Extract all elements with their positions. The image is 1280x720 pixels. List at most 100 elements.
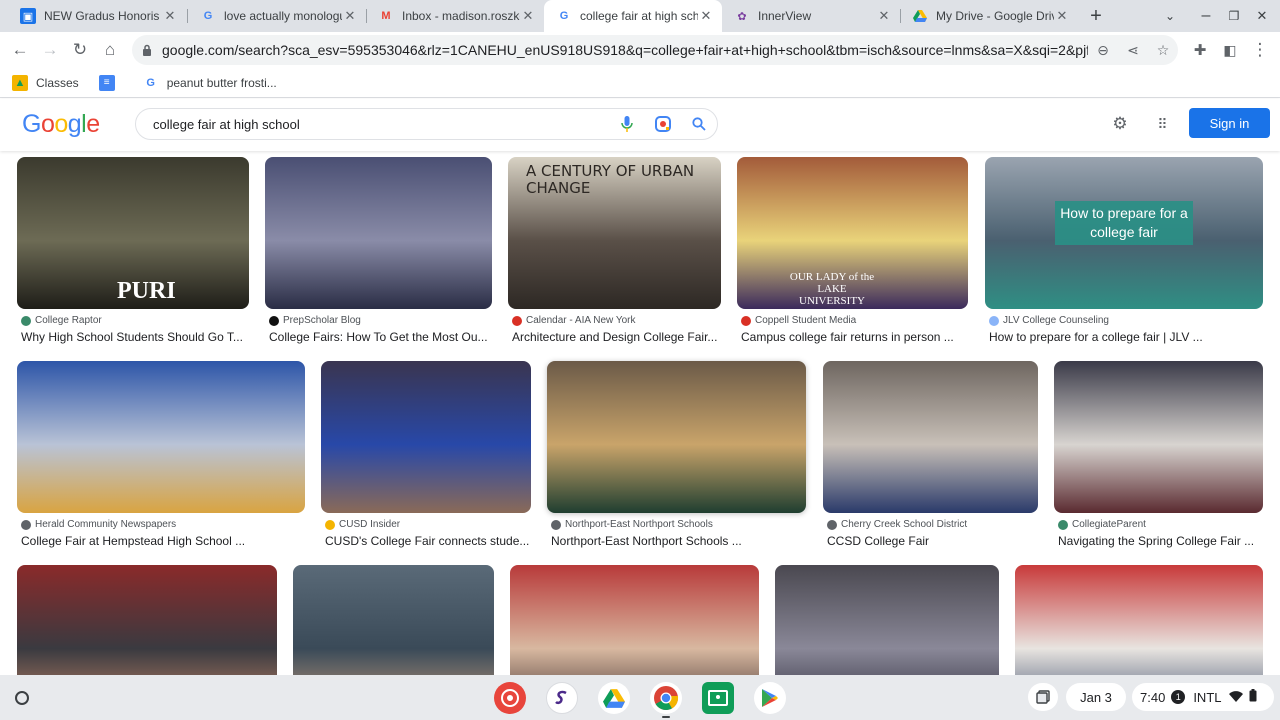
result-image[interactable] (1054, 361, 1263, 513)
result-caption[interactable]: College Fairs: How To Get the Most Ou... (269, 330, 492, 344)
sign-in-button[interactable]: Sign in (1189, 108, 1270, 138)
tab-love-actually[interactable]: G love actually monologu ✕ (188, 0, 366, 32)
image-result[interactable]: CollegiateParent Navigating the Spring C… (1054, 361, 1263, 551)
classroom-icon[interactable] (702, 682, 734, 714)
close-icon[interactable]: ✕ (520, 8, 536, 24)
bookmark-peanut-butter[interactable]: G peanut butter frosti... (143, 75, 276, 91)
search-icon[interactable] (681, 117, 717, 131)
reload-icon[interactable]: ↻ (66, 36, 94, 64)
screencastify-icon[interactable] (546, 682, 578, 714)
restore-icon[interactable]: ❐ (1220, 0, 1248, 32)
result-source[interactable]: Coppell Student Media (741, 315, 856, 326)
back-icon[interactable]: ← (6, 36, 34, 64)
tab-gmail-inbox[interactable]: M Inbox - madison.roszko ✕ (366, 0, 544, 32)
image-result[interactable] (1015, 565, 1263, 675)
zoom-icon[interactable]: ⊖ (1088, 42, 1118, 59)
result-source[interactable]: CUSD Insider (325, 519, 400, 530)
result-caption[interactable]: Campus college fair returns in person ..… (741, 330, 968, 344)
result-caption[interactable]: How to prepare for a college fair | JLV … (989, 330, 1263, 344)
bookmark-docs[interactable]: ≡ (98, 74, 123, 91)
lock-icon[interactable] (132, 44, 162, 56)
result-image[interactable] (17, 361, 305, 513)
image-result[interactable]: CUSD Insider CUSD's College Fair connect… (321, 361, 531, 551)
lens-icon[interactable] (645, 116, 681, 132)
google-logo[interactable]: Google (22, 110, 100, 139)
close-icon[interactable]: ✕ (162, 8, 178, 24)
image-result[interactable]: Herald Community Newspapers College Fair… (17, 361, 305, 551)
search-box[interactable] (135, 108, 718, 140)
result-source[interactable]: PrepScholar Blog (269, 315, 361, 326)
result-caption[interactable]: Why High School Students Should Go T... (21, 330, 249, 344)
tab-search-icon[interactable]: ⌄ (1156, 0, 1184, 32)
result-source[interactable]: JLV College Counseling (989, 315, 1109, 326)
tab-google-drive[interactable]: My Drive - Google Drive ✕ (900, 0, 1078, 32)
apps-grid-icon[interactable]: ⠿ (1150, 112, 1174, 136)
source-name: College Raptor (35, 315, 102, 326)
drive-icon[interactable] (598, 682, 630, 714)
image-result[interactable]: Cherry Creek School District CCSD Colleg… (823, 361, 1038, 551)
bookmark-classes[interactable]: ▲ Classes (12, 74, 79, 91)
canvas-icon[interactable] (494, 682, 526, 714)
result-image[interactable] (510, 565, 759, 675)
settings-gear-icon[interactable]: ⚙ (1108, 112, 1132, 136)
os-shelf: Jan 3 7:40 1 INTL (0, 675, 1280, 720)
result-image[interactable] (775, 565, 999, 675)
result-image[interactable] (547, 361, 806, 513)
address-bar[interactable]: google.com/search?sca_esv=595353046&rlz=… (132, 35, 1178, 65)
image-result[interactable]: How to prepare for a college fair JLV Co… (985, 157, 1263, 347)
launcher-icon[interactable] (8, 684, 36, 712)
chrome-icon[interactable] (650, 682, 682, 714)
result-source[interactable]: Cherry Creek School District (827, 519, 967, 530)
close-icon[interactable]: ✕ (876, 8, 892, 24)
result-source[interactable]: Herald Community Newspapers (21, 519, 176, 530)
image-result[interactable]: PrepScholar Blog College Fairs: How To G… (265, 157, 492, 347)
image-result[interactable] (293, 565, 494, 675)
forward-icon[interactable]: → (36, 36, 64, 64)
minimize-icon[interactable]: – (1192, 0, 1220, 32)
close-window-icon[interactable]: ✕ (1248, 0, 1276, 32)
result-source[interactable]: Northport-East Northport Schools (551, 519, 713, 530)
result-caption[interactable]: CUSD's College Fair connects stude... (325, 534, 531, 548)
close-icon[interactable]: ✕ (1054, 8, 1070, 24)
search-input[interactable] (153, 116, 609, 132)
status-tray[interactable]: 7:40 1 INTL (1132, 683, 1274, 711)
play-store-icon[interactable] (754, 682, 786, 714)
image-result[interactable]: A CENTURY OF URBAN CHANGE Calendar - AIA… (508, 157, 721, 347)
close-icon[interactable]: ✕ (698, 8, 714, 24)
tab-innerview[interactable]: ✿ InnerView ✕ (722, 0, 900, 32)
source-favicon-icon (21, 315, 31, 326)
image-result[interactable] (17, 565, 277, 675)
image-result[interactable]: Northport-East Northport Schools Northpo… (547, 361, 806, 551)
result-image[interactable] (265, 157, 492, 309)
result-image[interactable] (823, 361, 1038, 513)
image-result[interactable] (510, 565, 759, 675)
result-source[interactable]: College Raptor (21, 315, 102, 326)
result-source[interactable]: CollegiateParent (1058, 519, 1146, 530)
tab-gradus-honoris[interactable]: ▣ NEW Gradus Honoris C ✕ (8, 0, 186, 32)
side-panel-icon[interactable]: ◧ (1216, 36, 1244, 64)
image-result[interactable] (775, 565, 999, 675)
result-caption[interactable]: Navigating the Spring College Fair ... (1058, 534, 1263, 548)
image-result[interactable]: OUR LADY of the LAKE UNIVERSITY Coppell … (737, 157, 968, 347)
home-icon[interactable]: ⌂ (96, 36, 124, 64)
bookmark-star-icon[interactable]: ☆ (1148, 42, 1178, 59)
result-caption[interactable]: College Fair at Hempstead High School ..… (21, 534, 305, 548)
menu-icon[interactable]: ⋮ (1246, 36, 1274, 64)
result-image[interactable] (321, 361, 531, 513)
result-image[interactable] (293, 565, 494, 675)
close-icon[interactable]: ✕ (342, 8, 358, 24)
new-tab-button[interactable]: + (1082, 0, 1110, 32)
result-image[interactable] (1015, 565, 1263, 675)
image-result[interactable]: PURI College Raptor Why High School Stud… (17, 157, 249, 347)
result-caption[interactable]: Architecture and Design College Fair... (512, 330, 721, 344)
result-caption[interactable]: Northport-East Northport Schools ... (551, 534, 806, 548)
result-caption[interactable]: CCSD College Fair (827, 534, 1038, 548)
share-icon[interactable]: ⋖ (1118, 42, 1148, 59)
result-source[interactable]: Calendar - AIA New York (512, 315, 636, 326)
result-image[interactable] (17, 565, 277, 675)
clipboard-icon[interactable] (1028, 683, 1058, 711)
tab-college-fair[interactable]: G college fair at high scho ✕ (544, 0, 722, 32)
microphone-icon[interactable] (609, 116, 645, 132)
extensions-icon[interactable]: ✚ (1186, 36, 1214, 64)
date-tray[interactable]: Jan 3 (1066, 683, 1126, 711)
